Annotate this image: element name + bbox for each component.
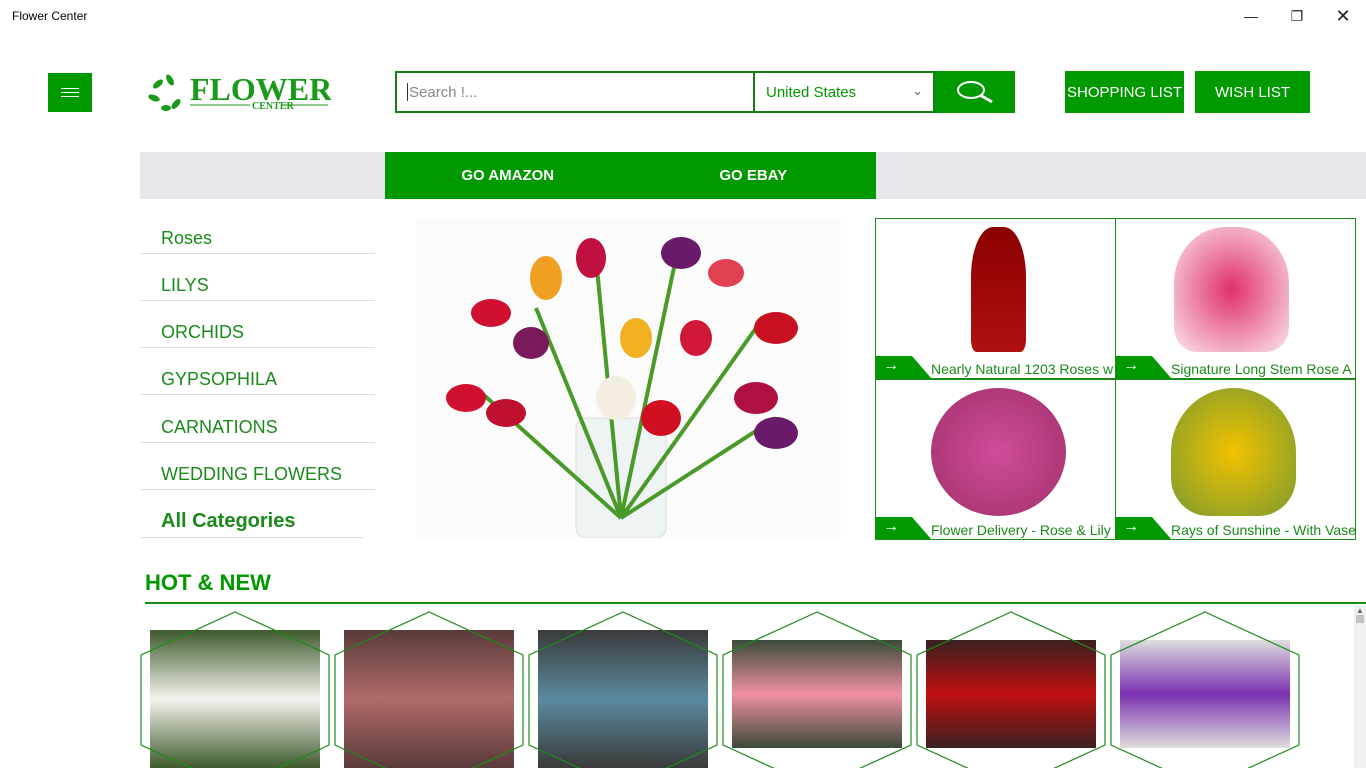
arrow-right-icon: → <box>876 356 931 378</box>
restore-button[interactable]: ❐ <box>1274 0 1320 32</box>
arrow-right-icon: → <box>876 517 931 539</box>
category-roses[interactable]: Roses <box>140 207 375 254</box>
category-lilys[interactable]: LILYS <box>140 254 375 301</box>
category-orchids[interactable]: ORCHIDS <box>140 301 375 348</box>
product-image <box>538 630 708 768</box>
hero-banner-image[interactable] <box>416 218 841 538</box>
product-image <box>732 640 902 748</box>
featured-card[interactable]: → Flower Delivery - Rose & Lily <box>875 379 1116 540</box>
search-input[interactable]: Search !... <box>395 71 755 113</box>
store-tabs: GO AMAZON GO EBAY <box>385 152 876 199</box>
featured-card[interactable]: → Nearly Natural 1203 Roses w <box>875 218 1116 379</box>
hot-new-item[interactable] <box>140 611 330 768</box>
wish-list-button[interactable]: WISH LIST <box>1195 71 1310 113</box>
arrow-right-icon: → <box>1116 356 1171 378</box>
country-select[interactable]: United States ⌄ <box>755 71 935 113</box>
shopping-list-button[interactable]: SHOPPING LIST <box>1065 71 1184 113</box>
hot-new-item[interactable] <box>334 611 524 768</box>
category-gypsophila[interactable]: GYPSOPHILA <box>140 348 375 395</box>
search-icon <box>957 81 993 104</box>
arrow-right-icon: → <box>1116 517 1171 539</box>
minimize-button[interactable]: — <box>1228 0 1274 32</box>
product-image <box>926 640 1096 748</box>
tab-go-ebay[interactable]: GO EBAY <box>631 152 877 199</box>
featured-card[interactable]: → Signature Long Stem Rose A <box>1115 218 1356 379</box>
window-title: Flower Center <box>12 9 88 23</box>
hamburger-menu-button[interactable] <box>48 73 92 112</box>
flower-leaf-icon: FLOWER CENTER <box>148 71 333 112</box>
product-image <box>1171 388 1296 516</box>
category-carnations[interactable]: CARNATIONS <box>140 396 375 443</box>
product-image <box>931 388 1066 516</box>
logo: FLOWER CENTER <box>146 70 333 114</box>
hot-new-carousel <box>140 611 1300 768</box>
divider <box>145 602 1366 604</box>
hot-new-item[interactable] <box>1110 611 1300 768</box>
chevron-down-icon: ⌄ <box>912 83 923 98</box>
featured-card[interactable]: → Rays of Sunshine - With Vase <box>1115 379 1356 540</box>
hot-new-item[interactable] <box>528 611 718 768</box>
product-image <box>971 227 1026 352</box>
close-button[interactable]: ✕ <box>1320 0 1366 32</box>
product-image <box>150 630 320 768</box>
tab-go-amazon[interactable]: GO AMAZON <box>385 152 631 199</box>
product-image <box>344 630 514 768</box>
category-wedding-flowers[interactable]: WEDDING FLOWERS <box>140 443 375 490</box>
search-button[interactable] <box>935 71 1015 113</box>
category-all[interactable]: All Categories <box>140 491 364 538</box>
product-image <box>1120 640 1290 748</box>
hot-new-item[interactable] <box>916 611 1106 768</box>
svg-text:CENTER: CENTER <box>252 101 294 112</box>
scrollbar[interactable]: ▲ <box>1354 606 1366 768</box>
hot-new-item[interactable] <box>722 611 912 768</box>
product-image <box>1174 227 1289 352</box>
section-title: HOT & NEW <box>145 570 271 595</box>
